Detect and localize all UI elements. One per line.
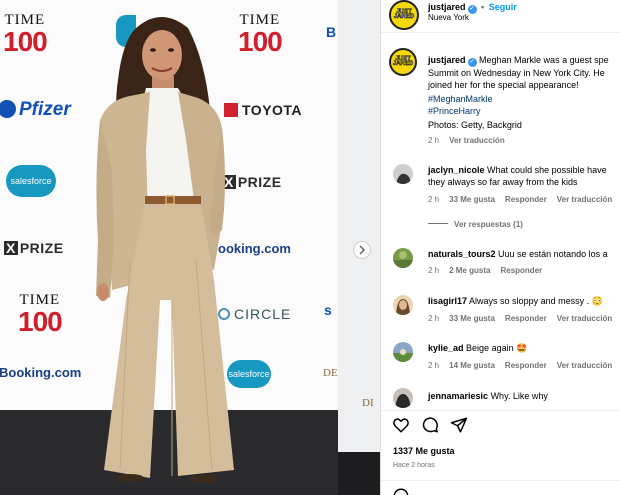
- smiley-icon: [393, 488, 409, 495]
- avatar[interactable]: [393, 248, 413, 268]
- comment-text: naturals_tours2 Uuu se están notando los…: [428, 249, 608, 259]
- caption-meta: 2 h Ver traducción: [428, 136, 505, 145]
- comment-username[interactable]: kylie_ad: [428, 343, 464, 353]
- like-button[interactable]: [392, 416, 410, 434]
- header-username[interactable]: justjared: [428, 2, 466, 12]
- reply-button[interactable]: Responder: [500, 266, 542, 275]
- chevron-right-icon: [359, 245, 366, 255]
- likes-link[interactable]: 14 Me gusta: [449, 361, 495, 370]
- translate-link[interactable]: Ver traducción: [557, 314, 613, 323]
- avatar[interactable]: [393, 295, 413, 315]
- comment-username[interactable]: lisagirl17: [428, 296, 467, 306]
- likes-link[interactable]: 33 Me gusta: [449, 314, 495, 323]
- avatar-image: [393, 164, 413, 184]
- comment-meta: 2 h2 Me gusta Responder: [428, 266, 543, 275]
- comments-list: JUST JARED justjared ✓ Meghan Markle was …: [381, 38, 620, 410]
- likes-link[interactable]: 33 Me gusta: [449, 195, 495, 204]
- comment-text: jaclyn_nicole What could she possible ha…: [428, 165, 607, 175]
- next-photo-button[interactable]: [353, 241, 371, 259]
- translate-link[interactable]: Ver traducción: [557, 195, 613, 204]
- hashtag-link[interactable]: #MeghanMarkle: [428, 93, 493, 105]
- instagram-post-view: TIME 100 TIME 100 B Pfizer TOYOTA salesf…: [0, 0, 620, 495]
- comment-icon: [422, 417, 438, 433]
- avatar-image: [393, 388, 413, 408]
- avatar-image: [393, 295, 413, 315]
- post-photo[interactable]: TIME 100 TIME 100 B Pfizer TOYOTA salesf…: [0, 0, 380, 495]
- caption-line-1: justjared ✓ Meghan Markle was a guest spe: [428, 55, 609, 67]
- hashtag-link[interactable]: #PrinceHarry: [428, 105, 481, 117]
- caption-username[interactable]: justjared: [428, 55, 466, 65]
- avatar[interactable]: [393, 342, 413, 362]
- send-icon: [450, 417, 468, 433]
- post-header: JUST JARED justjared ✓ • Seguir Nueva Yor…: [381, 0, 620, 33]
- caption-line-3: joined her for the special appearance!: [428, 80, 579, 90]
- comment-text: lisagirl17 Always so sloppy and messy . …: [428, 296, 603, 306]
- translate-link[interactable]: Ver traducción: [557, 361, 613, 370]
- caption-line-2: Summit on Wednesday in New York City. He: [428, 68, 605, 78]
- star-struck-emoji-icon: 🤩: [516, 343, 528, 353]
- comment-meta: 2 h 33 Me gusta Responder Ver traducción: [428, 195, 613, 204]
- avatar[interactable]: [393, 388, 413, 408]
- view-replies-button[interactable]: Ver respuestas (1): [428, 220, 533, 229]
- comment-username[interactable]: jennamariesic: [428, 391, 488, 401]
- emoji-button[interactable]: [392, 487, 410, 495]
- reply-button[interactable]: Responder: [505, 314, 547, 323]
- post-actions: 1337 Me gusta Hace 2 horas: [381, 410, 620, 495]
- reply-button[interactable]: Responder: [505, 361, 547, 370]
- woman-in-beige-suit: [96, 16, 234, 483]
- verified-badge-icon: ✓: [467, 58, 477, 67]
- flushed-emoji-icon: 😳: [591, 296, 603, 306]
- comment-text-line-2: they always so far away from the kids: [428, 177, 578, 187]
- caption-avatar[interactable]: JUST JARED: [389, 48, 417, 76]
- divider: [381, 480, 620, 481]
- comment-meta: 2 h 14 Me gusta Responder Ver traducción: [428, 361, 613, 370]
- comment-username[interactable]: naturals_tours2: [428, 249, 496, 259]
- translate-link[interactable]: Ver traducción: [449, 136, 505, 145]
- justjared-avatar[interactable]: JUST JARED: [389, 0, 419, 30]
- heart-icon: [393, 418, 409, 433]
- post-side-panel: JUST JARED justjared ✓ • Seguir Nueva Yor…: [380, 0, 620, 495]
- reply-button[interactable]: Responder: [505, 195, 547, 204]
- avatar-image: [393, 342, 413, 362]
- comment-text: kylie_ad Beige again 🤩: [428, 343, 528, 353]
- avatar[interactable]: [393, 164, 413, 184]
- likes-link[interactable]: 2 Me gusta: [449, 266, 490, 275]
- replies-divider: [428, 223, 448, 224]
- like-count[interactable]: 1337 Me gusta: [393, 446, 455, 456]
- comment-username[interactable]: jaclyn_nicole: [428, 165, 485, 175]
- post-timestamp: Hace 2 horas: [393, 462, 435, 469]
- follow-button[interactable]: Seguir: [489, 2, 517, 12]
- comment-meta: 2 h 33 Me gusta Responder Ver traducción: [428, 314, 613, 323]
- location-link[interactable]: Nueva York: [428, 13, 469, 22]
- share-button[interactable]: [450, 416, 468, 434]
- avatar-image: [393, 248, 413, 268]
- comment-text: jennamariesic Why. Like why: [428, 391, 548, 401]
- photo-credit: Photos: Getty, Backgrid: [428, 120, 522, 130]
- comment-button[interactable]: [421, 416, 439, 434]
